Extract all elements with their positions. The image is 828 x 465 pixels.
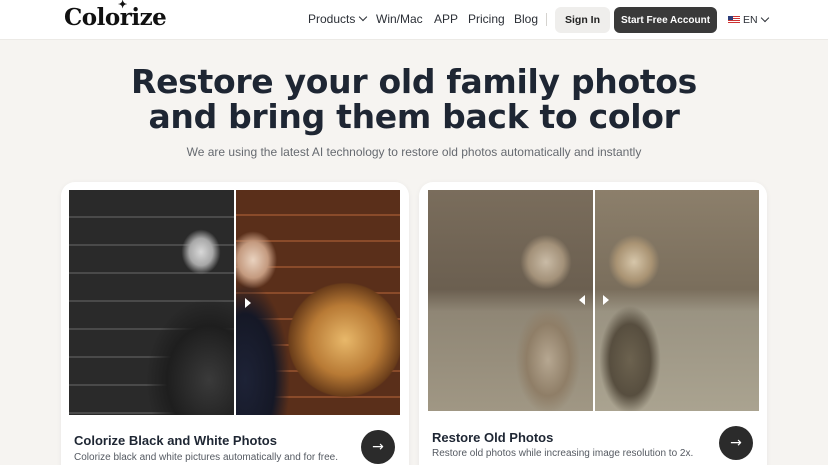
nav-item-winmac[interactable]: Win/Mac bbox=[376, 12, 423, 26]
site-header: Colorize ✦ Products Win/Mac APP Pricing … bbox=[0, 0, 828, 40]
slider-right-arrow-icon bbox=[603, 295, 609, 305]
nav-item-pricing[interactable]: Pricing bbox=[468, 12, 505, 26]
card-title: Restore Old Photos bbox=[432, 430, 554, 445]
nav-item-blog[interactable]: Blog bbox=[514, 12, 538, 26]
slider-right-arrow-icon bbox=[245, 298, 251, 308]
hero-title-line-2: and bring them back to color bbox=[148, 97, 680, 136]
start-free-account-button[interactable]: Start Free Account bbox=[614, 7, 717, 33]
before-after-photo-girl[interactable] bbox=[428, 190, 759, 411]
bw-half bbox=[69, 190, 235, 415]
nav-products-label: Products bbox=[308, 12, 356, 26]
brand-name: Colorize bbox=[64, 4, 167, 31]
arrow-right-icon[interactable]: → bbox=[719, 426, 753, 460]
comparison-slider-handle[interactable] bbox=[234, 190, 236, 415]
card-description: Colorize black and white pictures automa… bbox=[74, 452, 339, 463]
chevron-down-icon bbox=[760, 13, 769, 23]
hero-title: Restore your old family photos and bring… bbox=[0, 64, 828, 134]
faded-half bbox=[428, 190, 594, 411]
card-description: Restore old photos while increasing imag… bbox=[432, 448, 694, 459]
sign-in-button[interactable]: Sign In bbox=[555, 7, 610, 33]
nav-divider bbox=[546, 13, 547, 26]
hero-subtitle: We are using the latest AI technology to… bbox=[186, 145, 642, 159]
nav-item-app[interactable]: APP bbox=[434, 12, 458, 26]
chevron-down-icon bbox=[359, 12, 368, 22]
card-title: Colorize Black and White Photos bbox=[74, 433, 277, 448]
language-label: EN bbox=[743, 14, 758, 26]
brand-logo[interactable]: Colorize ✦ bbox=[64, 0, 167, 31]
color-half bbox=[235, 190, 400, 415]
sparkle-icon: ✦ bbox=[118, 0, 127, 11]
comparison-slider-handle[interactable] bbox=[593, 190, 595, 411]
before-after-photo-einstein[interactable] bbox=[69, 190, 400, 415]
colorize-card[interactable]: Colorize Black and White Photos Colorize… bbox=[61, 182, 409, 465]
restored-half bbox=[594, 190, 759, 411]
us-flag-icon bbox=[728, 16, 740, 24]
language-selector[interactable]: EN bbox=[728, 13, 769, 26]
arrow-right-icon[interactable]: → bbox=[361, 430, 395, 464]
restore-card[interactable]: Restore Old Photos Restore old photos wh… bbox=[419, 182, 767, 465]
slider-left-arrow-icon bbox=[579, 295, 585, 305]
nav-item-products[interactable]: Products bbox=[308, 12, 368, 26]
hero-title-line-1: Restore your old family photos bbox=[130, 62, 698, 101]
